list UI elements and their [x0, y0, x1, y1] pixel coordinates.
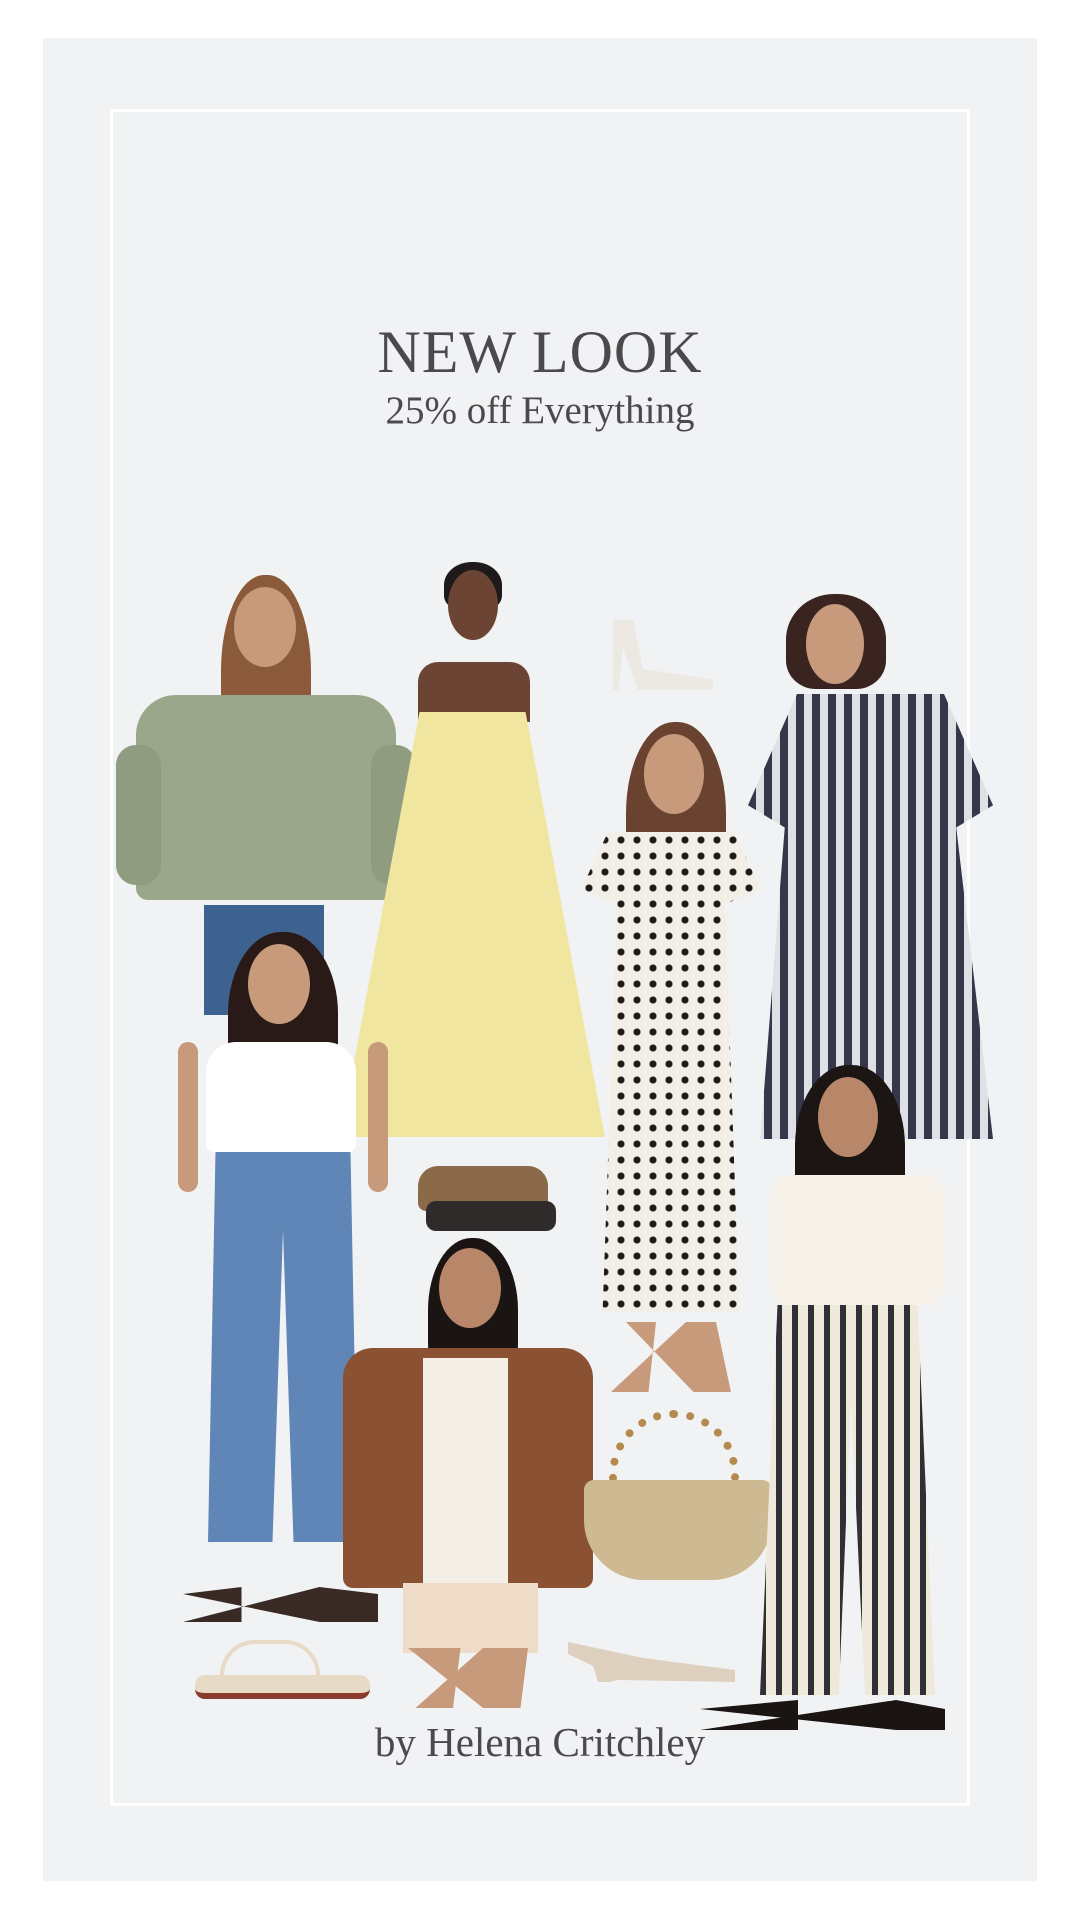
product-suede-jacket-and-shorts[interactable]	[323, 1238, 605, 1708]
product-white-heels[interactable]	[603, 600, 723, 705]
product-tan-sandals[interactable]	[418, 1146, 556, 1236]
product-striped-trousers[interactable]	[700, 1065, 945, 1730]
brand-title: NEW LOOK	[377, 319, 703, 385]
author-credit: by Helena Critchley	[374, 1719, 706, 1765]
product-flat-sandals[interactable]	[195, 1640, 370, 1700]
promo-subtitle: 25% off Everything	[385, 389, 695, 432]
product-kitten-heels[interactable]	[568, 1632, 735, 1697]
product-gingham-dress[interactable]	[748, 594, 993, 1139]
